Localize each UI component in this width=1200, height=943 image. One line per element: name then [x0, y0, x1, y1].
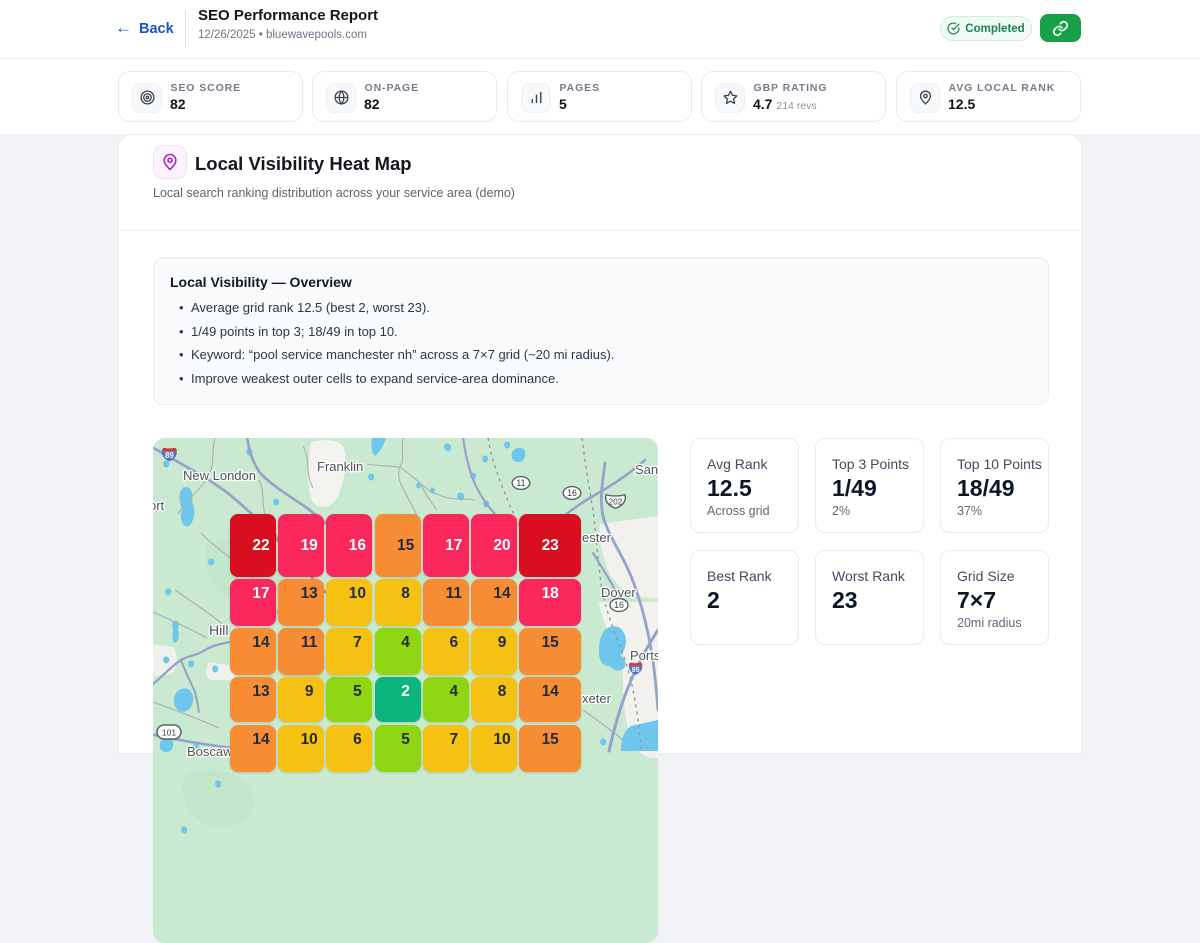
svg-text:101: 101 — [162, 728, 177, 738]
svg-text:16: 16 — [567, 488, 577, 498]
svg-text:202: 202 — [609, 498, 623, 507]
svg-text:Ports: Ports — [630, 648, 658, 663]
svg-text:Sanf: Sanf — [635, 462, 658, 477]
svg-text:ort: ort — [153, 498, 165, 513]
svg-text:16: 16 — [614, 600, 624, 610]
svg-text:Hill: Hill — [209, 622, 228, 638]
svg-text:89: 89 — [165, 451, 174, 460]
svg-text:xeter: xeter — [582, 691, 612, 706]
svg-text:Franklin: Franklin — [317, 459, 363, 474]
svg-text:95: 95 — [632, 665, 640, 674]
svg-text:11: 11 — [516, 478, 525, 488]
svg-text:Dover: Dover — [601, 585, 636, 600]
svg-text:ester: ester — [582, 530, 612, 545]
svg-text:New London: New London — [183, 468, 256, 483]
